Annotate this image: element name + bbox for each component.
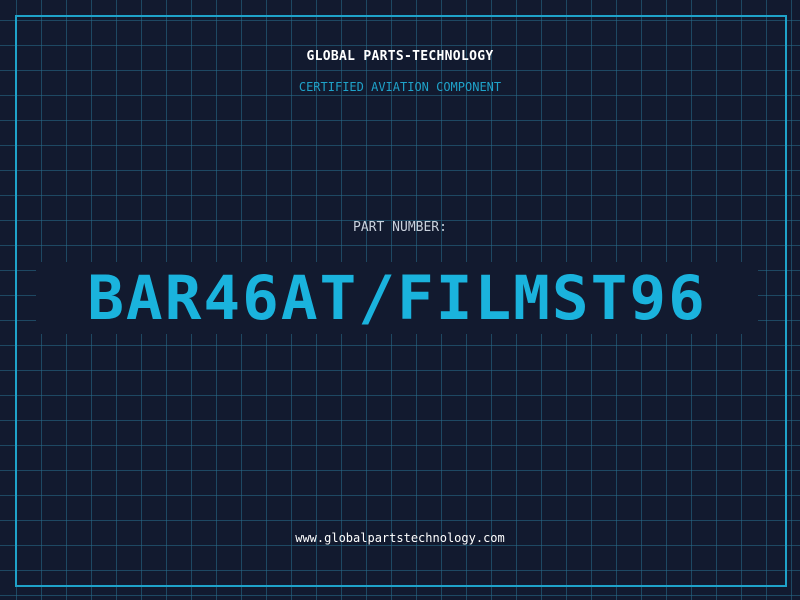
part-number-label: PART NUMBER: — [353, 220, 447, 235]
part-number-value: BAR46AT/FILMST96 — [87, 262, 707, 334]
website-url: www.globalpartstechnology.com — [295, 531, 505, 545]
part-number-panel: BAR46AT/FILMST96 — [36, 262, 758, 334]
part-card: GLOBAL PARTS-TECHNOLOGY CERTIFIED AVIATI… — [0, 0, 800, 600]
company-name: GLOBAL PARTS-TECHNOLOGY — [306, 49, 494, 64]
certification-subtitle: CERTIFIED AVIATION COMPONENT — [298, 80, 502, 94]
